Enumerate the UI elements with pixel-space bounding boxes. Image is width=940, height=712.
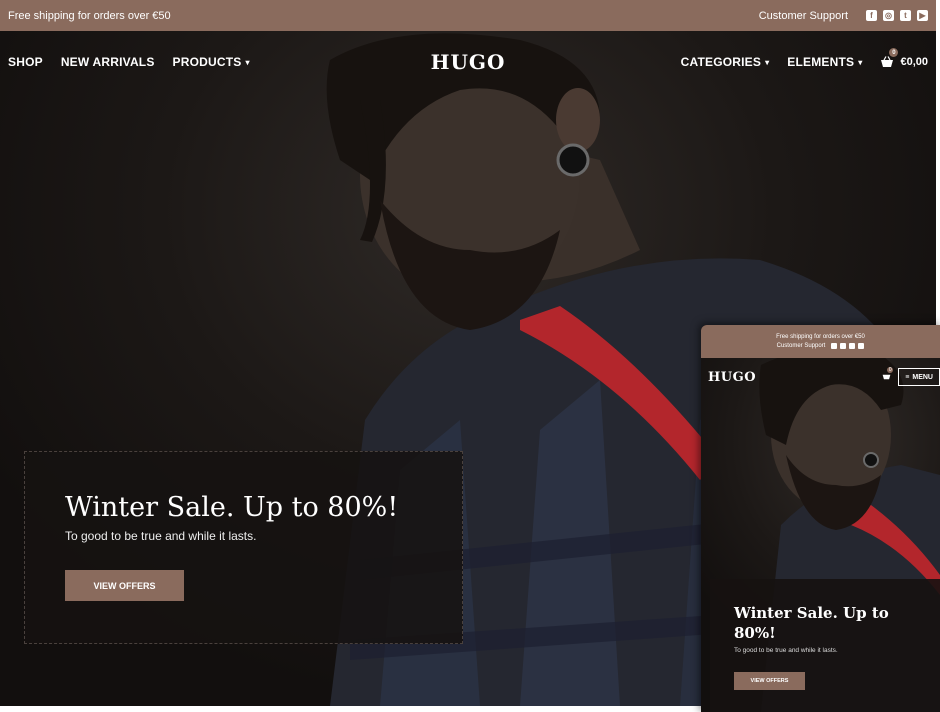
cart-button[interactable]: 0 €0,00	[880, 48, 928, 68]
chevron-down-icon: ▾	[765, 57, 770, 67]
hero-title: Winter Sale. Up to 80%!	[65, 492, 399, 523]
nav-item-shop[interactable]: SHOP	[8, 55, 43, 69]
cart-count-badge: 0	[889, 48, 899, 57]
nav-item-label: SHOP	[8, 55, 43, 69]
nav-item-label: CATEGORIES	[680, 55, 762, 69]
mobile-site-logo[interactable]: HUGO	[708, 370, 756, 385]
mobile-shipping-notice: Free shipping for orders over €50	[776, 334, 865, 340]
nav-right-group: CATEGORIES ▾ ELEMENTS ▾ 0 €0,00	[681, 48, 928, 69]
chevron-down-icon: ▾	[245, 57, 250, 67]
customer-support-link[interactable]: Customer Support	[759, 10, 848, 22]
hamburger-icon: ≡	[905, 373, 910, 381]
nav-item-elements[interactable]: ELEMENTS ▾	[787, 55, 862, 69]
mobile-menu-label: MENU	[912, 373, 933, 381]
facebook-icon[interactable]	[831, 343, 838, 349]
mobile-nav-right: 0 ≡ MENU	[882, 367, 940, 386]
mobile-menu-button[interactable]: ≡ MENU	[898, 368, 940, 386]
youtube-icon[interactable]	[858, 343, 865, 349]
twitter-icon[interactable]: t	[900, 10, 911, 21]
site-logo[interactable]: HUGO	[431, 50, 506, 74]
basket-icon	[882, 374, 891, 380]
mobile-navigation: HUGO 0 ≡ MENU	[701, 358, 940, 396]
twitter-icon[interactable]	[849, 343, 856, 349]
mobile-cart-count-badge: 0	[887, 367, 894, 373]
nav-left-group: SHOP NEW ARRIVALS PRODUCTS ▾	[8, 55, 250, 69]
chevron-down-icon: ▾	[858, 57, 863, 67]
mobile-hero-title: Winter Sale. Up to 80%!	[734, 604, 889, 642]
mobile-hero-subtitle: To good to be true and while it lasts.	[734, 647, 838, 654]
instagram-icon[interactable]: ◎	[883, 10, 894, 21]
view-offers-button[interactable]: VIEW OFFERS	[65, 570, 184, 601]
instagram-icon[interactable]	[840, 343, 847, 349]
cart-total: €0,00	[900, 56, 928, 68]
main-navigation: SHOP NEW ARRIVALS PRODUCTS ▾ HUGO CATEGOR…	[0, 31, 936, 93]
mobile-hero-promo-card: Winter Sale. Up to 80%! To good to be tr…	[710, 579, 940, 712]
youtube-icon[interactable]: ▶	[917, 10, 928, 21]
nav-item-label: NEW ARRIVALS	[60, 55, 155, 69]
nav-item-new-arrivals[interactable]: NEW ARRIVALS	[61, 55, 155, 69]
hero-subtitle: To good to be true and while it lasts.	[65, 529, 257, 543]
shipping-notice: Free shipping for orders over €50	[8, 9, 171, 22]
mobile-preview: Free shipping for orders over €50 Custom…	[701, 325, 940, 712]
mobile-customer-support-link[interactable]: Customer Support	[777, 343, 826, 349]
basket-icon	[881, 56, 894, 67]
facebook-icon[interactable]: f	[866, 10, 877, 21]
nav-item-label: PRODUCTS	[172, 55, 242, 69]
mobile-topbar-row: Customer Support	[777, 343, 865, 349]
mobile-announcement-bar: Free shipping for orders over €50 Custom…	[701, 325, 940, 358]
hero-promo-card: Winter Sale. Up to 80%! To good to be tr…	[24, 451, 463, 644]
nav-item-label: ELEMENTS	[787, 55, 855, 69]
top-announcement-bar: Free shipping for orders over €50 Custom…	[0, 0, 936, 31]
mobile-cart-button[interactable]: 0	[882, 367, 894, 382]
mobile-view-offers-button[interactable]: VIEW OFFERS	[734, 672, 805, 690]
nav-item-products[interactable]: PRODUCTS ▾	[173, 55, 250, 69]
nav-item-categories[interactable]: CATEGORIES ▾	[681, 55, 770, 69]
topbar-right: Customer Support f ◎ t ▶	[759, 10, 928, 22]
